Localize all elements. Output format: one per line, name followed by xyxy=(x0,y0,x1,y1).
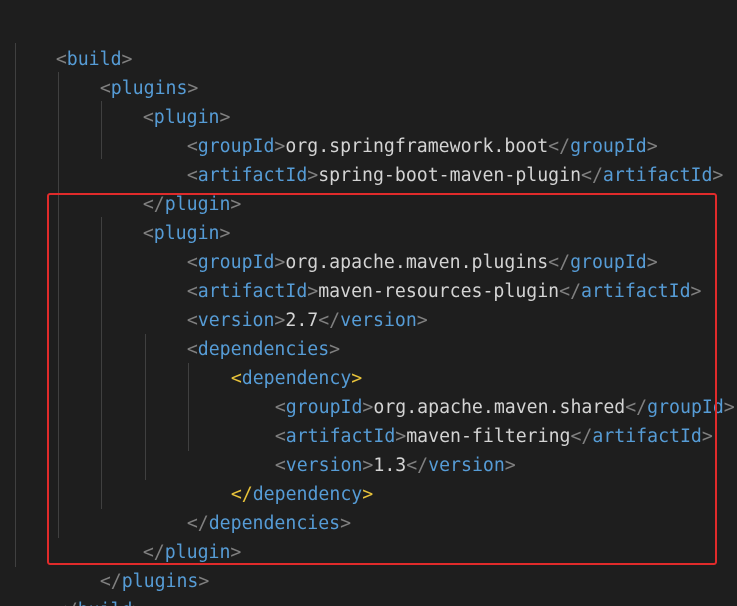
code-line[interactable]: <build> xyxy=(12,16,133,70)
code-line[interactable]: <dependencies> xyxy=(143,306,340,360)
code-line[interactable]: </dependencies> xyxy=(143,480,351,534)
code-line[interactable]: <artifactId>maven-filtering</artifactId> xyxy=(231,393,713,447)
bracket: > xyxy=(132,600,143,606)
code-line[interactable]: <plugins> xyxy=(56,45,199,99)
bracket: > xyxy=(307,165,319,186)
indent-guide xyxy=(58,72,59,538)
bracket: </ xyxy=(570,426,593,447)
tag-name: artifactId xyxy=(581,281,691,302)
tag-name: version xyxy=(340,310,417,331)
code-line[interactable]: <version>2.7</version> xyxy=(143,277,428,331)
bracket: > xyxy=(712,165,724,186)
bracket: > xyxy=(701,426,713,447)
bracket: > xyxy=(723,397,735,418)
code-editor[interactable]: <build> <plugins> <plugin> <groupId>org.… xyxy=(0,0,737,606)
tag-name: artifactId xyxy=(602,165,713,186)
tag-name: artifactId xyxy=(592,426,702,447)
code-line[interactable]: <version>1.3</version> xyxy=(231,422,516,476)
bracket: </ xyxy=(581,165,603,186)
code-line[interactable]: <dependency> xyxy=(187,335,362,389)
code-line[interactable]: <groupId>org.springframework.boot</group… xyxy=(143,103,658,157)
bracket: > xyxy=(362,484,374,505)
bracket: > xyxy=(198,571,210,592)
bracket: > xyxy=(230,194,242,215)
code-line[interactable]: </plugin> xyxy=(99,509,242,563)
bracket: </ xyxy=(406,455,429,476)
bracket: > xyxy=(504,455,516,476)
bracket: > xyxy=(230,542,242,563)
indent-guide xyxy=(15,43,16,567)
bracket: > xyxy=(690,281,702,302)
code-line[interactable]: </plugins> xyxy=(56,538,210,592)
code-line[interactable]: <groupId>org.apache.maven.shared</groupI… xyxy=(231,364,735,418)
bracket: > xyxy=(340,513,352,534)
bracket: </ xyxy=(559,281,582,302)
code-line[interactable]: </plugin> xyxy=(99,161,242,215)
code-line[interactable]: <artifactId>spring-boot-maven-plugin</ar… xyxy=(143,132,724,186)
tag-name: version xyxy=(428,455,505,476)
code-line[interactable]: <groupId>org.apache.maven.plugins</group… xyxy=(143,219,658,273)
tag-name: build xyxy=(78,600,133,606)
tag-value: spring-boot-maven-plugin xyxy=(318,165,582,186)
code-line[interactable]: </build> xyxy=(12,567,144,606)
bracket: > xyxy=(416,310,428,331)
bracket: </ xyxy=(56,600,78,606)
code-line[interactable]: </dependency> xyxy=(187,451,373,505)
code-line[interactable]: <plugin> xyxy=(99,190,231,244)
tag-value: 1.3 xyxy=(373,455,407,476)
code-line[interactable]: <plugin> xyxy=(99,74,231,128)
code-line[interactable]: <artifactId>maven-resources-plugin</arti… xyxy=(143,248,702,302)
